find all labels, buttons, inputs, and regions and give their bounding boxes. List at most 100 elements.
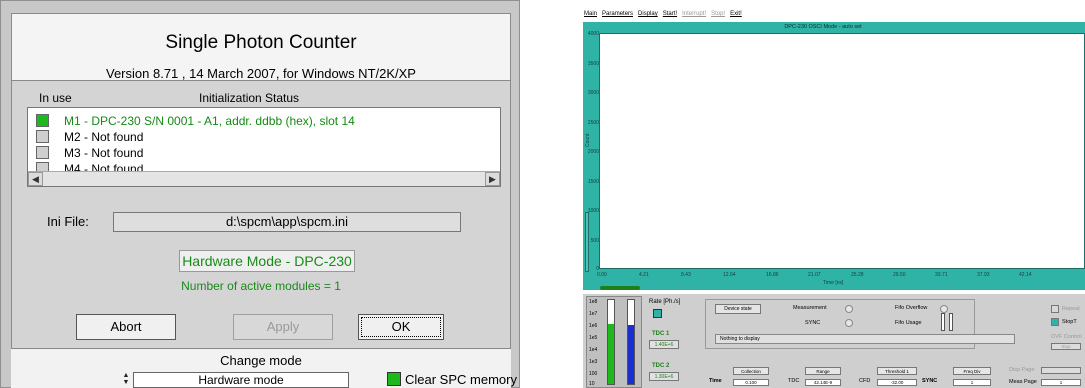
x-tick: 25.28 [851, 272, 864, 278]
repeat-checkbox[interactable] [1051, 305, 1059, 313]
spc-init-dialog: Single Photon Counter Version 8.71 , 14 … [0, 0, 520, 388]
repeat-label: Repeat [1062, 306, 1080, 312]
measurement-indicator [845, 305, 853, 313]
tdc1-value: 1.40E+6 [649, 340, 679, 349]
menu-display[interactable]: Display [638, 11, 658, 17]
freq-div-value-field[interactable]: 1 [953, 379, 991, 386]
stopt-checkbox[interactable] [1051, 318, 1059, 326]
x-tick: 8.43 [681, 272, 691, 278]
rate-scale-label: 1e5 [589, 335, 598, 341]
tdc2-label: TDC 2 [652, 363, 670, 369]
threshold-value-field[interactable]: -32.00 [877, 379, 917, 386]
col-status-header: Initialization Status [199, 91, 300, 105]
x-tick: 29.50 [893, 272, 906, 278]
freq-div-button[interactable]: Freq Div [953, 367, 991, 375]
rate-scale-label: 100 [589, 371, 598, 377]
rate-bar-tdc1 [607, 299, 615, 385]
module-row[interactable]: M1 - DPC-230 S/N 0001 - A1, addr. ddbb (… [36, 113, 355, 128]
x-tick: 33.71 [935, 272, 948, 278]
change-mode-select[interactable]: Hardware mode [133, 372, 349, 388]
range-button[interactable]: Range [805, 367, 841, 375]
ovf-control-select[interactable]: Stop [1051, 343, 1081, 350]
disp-page-field[interactable] [1041, 367, 1081, 374]
y-tick: 4000 [587, 31, 599, 37]
device-state-button[interactable]: Device state [715, 304, 761, 314]
range-value-field[interactable]: 42.14E-9 [805, 379, 841, 386]
menu-stop[interactable]: Stop! [711, 11, 725, 17]
fifo-usage-bar-1 [941, 313, 945, 331]
module-status-led [36, 130, 49, 143]
threshold-button[interactable]: Threshold 1 [877, 367, 917, 375]
horizontal-scrollbar[interactable]: ◀ ▶ [28, 171, 500, 186]
tdc1-label: TDC 1 [652, 331, 670, 337]
menu-main[interactable]: Main [584, 11, 597, 17]
y-tick: 2000 [587, 149, 599, 155]
fifo-overflow-indicator [940, 305, 948, 313]
scroll-left-icon[interactable]: ◀ [28, 172, 43, 186]
dialog-title: Single Photon Counter [165, 32, 357, 53]
disp-page-label: Disp Page [1009, 367, 1035, 373]
rate-indicator [653, 309, 662, 318]
fifo-overflow-label: Fifo Overflow [895, 305, 928, 311]
rate-title: Rate [Ph./s] [649, 299, 681, 305]
ovf-control-label: OVF Control [1051, 334, 1082, 340]
stopt-label: StopT [1062, 319, 1077, 325]
apply-button[interactable]: Apply [233, 314, 333, 340]
y-scroll-bar[interactable] [585, 212, 589, 272]
meas-page-field[interactable]: 1 [1041, 379, 1081, 386]
sync-bottom-label: SYNC [922, 378, 938, 384]
rate-scale-label: 1e8 [589, 299, 598, 305]
measurement-label: Measurement [793, 305, 827, 311]
tdc2-value: 1.30E+6 [649, 372, 679, 381]
collection-button[interactable]: Collection [733, 367, 769, 375]
rate-bar-tdc2 [627, 299, 635, 385]
x-scroll-slider[interactable] [600, 286, 640, 290]
clear-memory-checkbox[interactable] [387, 372, 401, 386]
y-axis-label: Count [585, 133, 591, 147]
dialog-header: Single Photon Counter Version 8.71 , 14 … [11, 13, 511, 81]
module-row[interactable]: M3 - Not found [36, 145, 143, 160]
fifo-usage-label: Fifo Usage [895, 320, 922, 326]
abort-button[interactable]: Abort [76, 314, 176, 340]
ok-button[interactable]: OK [358, 314, 444, 340]
active-modules-text: Number of active modules = 1 [181, 279, 341, 293]
status-message: Nothing to display [715, 334, 1015, 344]
meas-page-label: Meas Page [1009, 379, 1037, 385]
time-label: Time [709, 378, 722, 384]
plot-area[interactable]: 4000 3500 3000 2500 2000 1500 1000 500 0 [588, 31, 1085, 272]
x-tick: 37.93 [977, 272, 990, 278]
y-tick: 2500 [587, 120, 599, 126]
menu-bar: Main Parameters Display Start! Interrupt… [584, 11, 742, 17]
mode-spinner-icon[interactable]: ▲ ▼ [121, 372, 131, 387]
menu-interrupt[interactable]: Interrupt! [682, 11, 706, 17]
y-tick: 1500 [587, 179, 599, 185]
hardware-mode-button[interactable]: Hardware Mode - DPC-230 [179, 250, 355, 272]
sync-indicator [845, 319, 853, 327]
control-panel: 1e8 1e7 1e6 1e5 1e4 1e3 100 10 Rate [Ph.… [583, 294, 1085, 388]
y-tick: 3500 [587, 61, 599, 67]
rate-scale-label: 1e6 [589, 323, 598, 329]
module-list[interactable]: M1 - DPC-230 S/N 0001 - A1, addr. ddbb (… [27, 107, 501, 187]
module-text: M1 - DPC-230 S/N 0001 - A1, addr. ddbb (… [64, 113, 355, 128]
osci-plot-frame: DPC-230 OSCI Mode - auto set 4000 3500 3… [583, 22, 1085, 290]
scroll-right-icon[interactable]: ▶ [485, 172, 500, 186]
col-in-use-header: In use [39, 91, 72, 105]
module-text: M2 - Not found [64, 129, 144, 144]
x-axis-label: Time [ns] [823, 280, 844, 286]
rate-scale-label: 1e7 [589, 311, 598, 317]
ini-file-field[interactable]: d:\spcm\app\spcm.ini [113, 212, 461, 232]
fifo-usage-bar-2 [949, 313, 953, 331]
menu-exit[interactable]: Exit! [730, 11, 742, 17]
y-tick: 3000 [587, 90, 599, 96]
x-tick: 0.00 [597, 272, 607, 278]
sync-label: SYNC [805, 320, 821, 326]
module-row[interactable]: M2 - Not found [36, 129, 143, 144]
rate-scale-label: 1e4 [589, 347, 598, 353]
x-tick: 21.07 [808, 272, 821, 278]
x-tick: 16.86 [766, 272, 779, 278]
collection-value-field[interactable]: 0.100 [733, 379, 769, 386]
menu-parameters[interactable]: Parameters [602, 11, 633, 17]
spcm-main-window: Main Parameters Display Start! Interrupt… [580, 0, 1085, 388]
menu-start[interactable]: Start! [663, 11, 677, 17]
clear-memory-label: Clear SPC memory [405, 372, 517, 387]
